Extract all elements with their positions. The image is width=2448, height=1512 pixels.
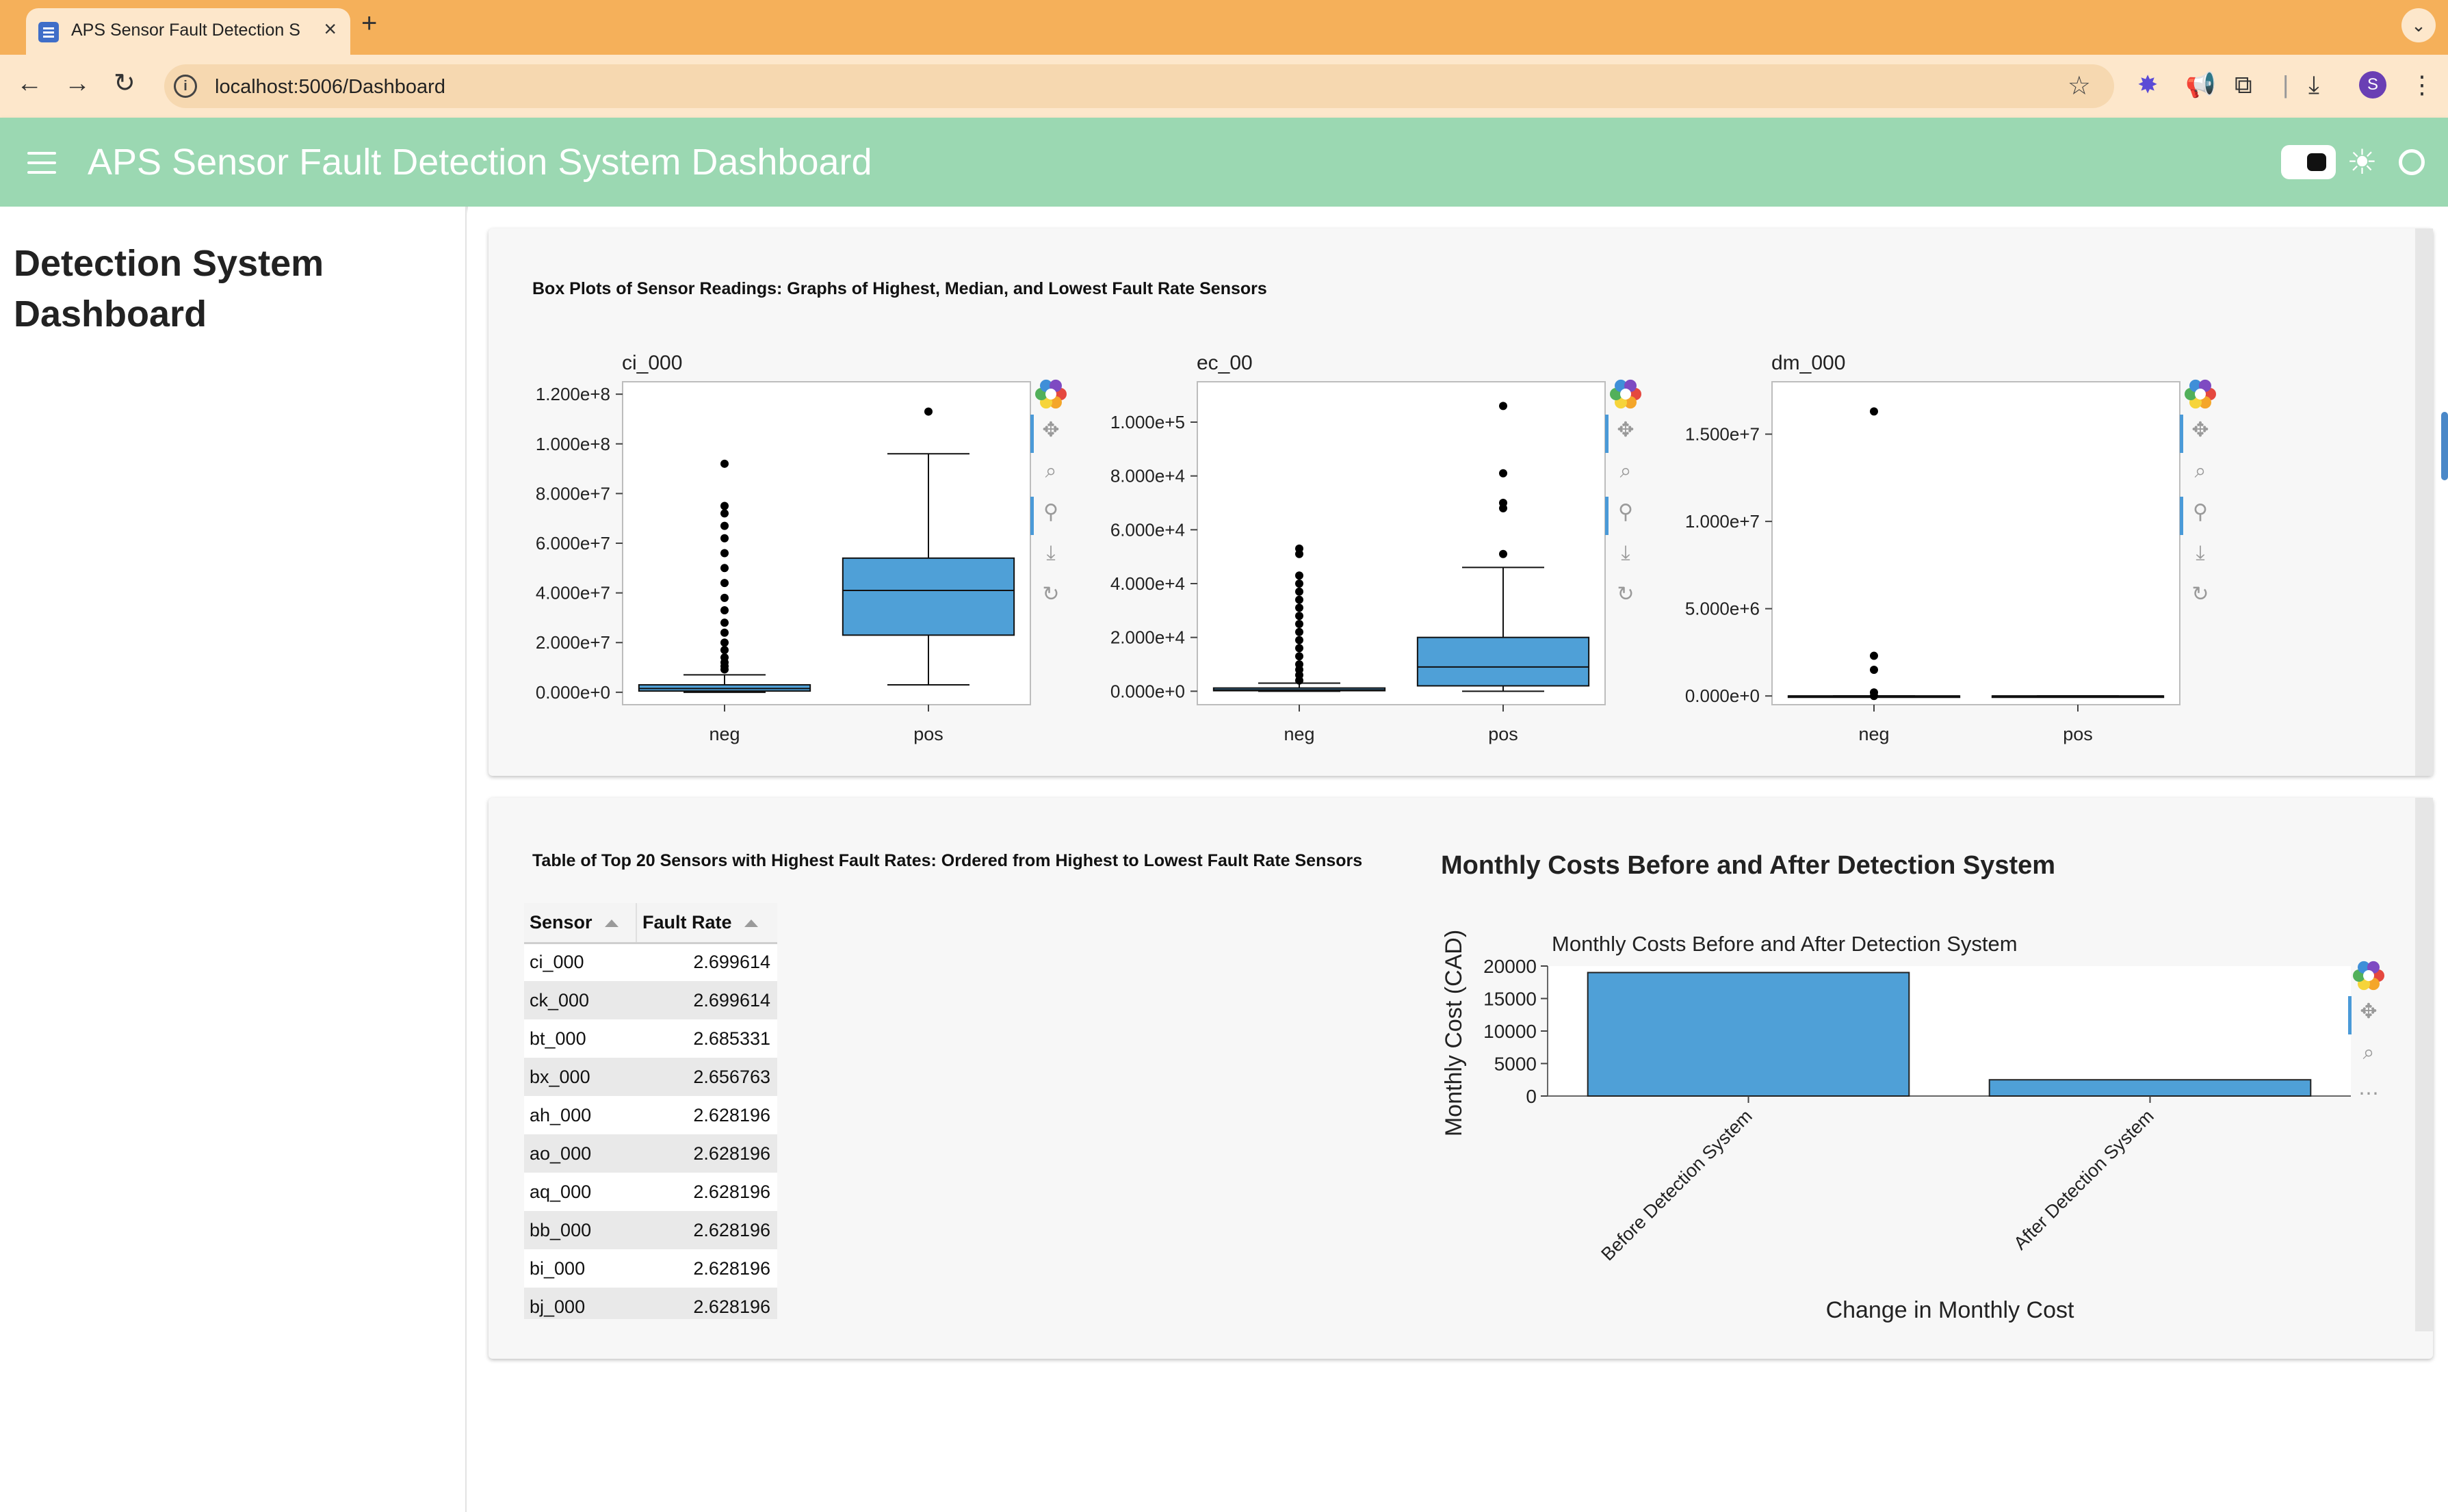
cost-heading: Monthly Costs Before and After Detection…	[1441, 851, 2056, 880]
table-row[interactable]: ao_000 2.628196	[524, 1134, 777, 1173]
sensor-cell: bi_000	[524, 1249, 636, 1288]
fault-rate-cell: 2.628196	[636, 1211, 777, 1249]
browser-tab[interactable]: APS Sensor Fault Detection S ×	[26, 8, 350, 55]
tab-search-chevron-icon[interactable]: ⌄	[2401, 8, 2436, 42]
card-scrollbar-2[interactable]	[2415, 798, 2433, 1331]
hamburger-menu-icon[interactable]	[27, 152, 56, 174]
busy-indicator-icon	[2399, 149, 2425, 175]
fault-rate-table[interactable]: Sensor Fault Rate ci_000 2.699614 ck_000 2…	[524, 903, 777, 1319]
sensor-cell: bx_000	[524, 1058, 636, 1096]
table-row[interactable]: aq_000 2.628196	[524, 1173, 777, 1211]
downloads-icon[interactable]: ⤓	[2308, 71, 2319, 99]
url-text: localhost:5006/Dashboard	[215, 76, 445, 98]
sort-arrow-icon[interactable]	[744, 920, 758, 928]
table-row[interactable]: ci_000 2.699614	[524, 943, 777, 981]
column-header-fault-rate[interactable]: Fault Rate	[636, 903, 777, 944]
extension-megaphone-icon[interactable]: 📢	[2185, 71, 2216, 99]
sensor-cell: bt_000	[524, 1019, 636, 1058]
sensor-cell: ci_000	[524, 943, 636, 981]
table-cost-card	[489, 798, 2433, 1359]
fault-rate-cell: 2.628196	[636, 1173, 777, 1211]
tab-title: APS Sensor Fault Detection S	[71, 21, 300, 40]
fault-rate-cell: 2.656763	[636, 1058, 777, 1096]
table-row[interactable]: bt_000 2.685331	[524, 1019, 777, 1058]
table-row[interactable]: bj_000 2.628196	[524, 1288, 777, 1319]
sensor-cell: ah_000	[524, 1096, 636, 1134]
table-heading: Table of Top 20 Sensors with Highest Fau…	[532, 851, 1363, 870]
fault-rate-cell: 2.628196	[636, 1096, 777, 1134]
column-header-sensor[interactable]: Sensor	[524, 903, 637, 944]
boxplots-card	[489, 229, 2433, 776]
back-arrow-icon[interactable]: ←	[16, 70, 42, 97]
sensor-cell: ao_000	[524, 1134, 636, 1173]
boxplots-heading: Box Plots of Sensor Readings: Graphs of …	[532, 279, 1267, 298]
site-info-icon[interactable]: i	[174, 75, 197, 98]
sun-icon[interactable]: ☀	[2347, 144, 2378, 181]
address-bar[interactable]: i localhost:5006/Dashboard ☆	[164, 64, 2114, 108]
sensor-cell: aq_000	[524, 1173, 636, 1211]
table-row[interactable]: ah_000 2.628196	[524, 1096, 777, 1134]
app-header: APS Sensor Fault Detection System Dashbo…	[0, 118, 2448, 207]
table-row[interactable]: bi_000 2.628196	[524, 1249, 777, 1288]
sidebar: Detection System Dashboard	[0, 207, 467, 1512]
toolbar-divider: |	[2282, 70, 2289, 99]
fault-rate-cell: 2.628196	[636, 1288, 777, 1319]
browser-tab-bar: APS Sensor Fault Detection S × + ⌄	[0, 0, 2448, 55]
profile-avatar[interactable]: S	[2359, 71, 2386, 99]
fault-rate-cell: 2.699614	[636, 943, 777, 981]
app-title: APS Sensor Fault Detection System Dashbo…	[88, 142, 872, 183]
table-row[interactable]: bx_000 2.656763	[524, 1058, 777, 1096]
forward-arrow-icon[interactable]: →	[64, 70, 90, 97]
page-scrollbar[interactable]	[2441, 412, 2448, 480]
sort-arrow-icon[interactable]	[604, 920, 618, 928]
sensor-cell: ck_000	[524, 981, 636, 1019]
browser-menu-icon[interactable]: ⋮	[2410, 71, 2434, 99]
sensor-cell: bj_000	[524, 1288, 636, 1319]
browser-toolbar: ← → ↻ i localhost:5006/Dashboard ☆ ✸ 📢 ⧉…	[0, 55, 2448, 118]
bookmark-star-icon[interactable]: ☆	[2068, 70, 2091, 101]
new-tab-icon[interactable]: +	[361, 8, 377, 39]
tab-close-icon[interactable]: ×	[324, 16, 337, 42]
card-scrollbar[interactable]	[2415, 229, 2433, 776]
dashboard-favicon-icon	[38, 22, 59, 42]
fault-rate-cell: 2.628196	[636, 1134, 777, 1173]
extensions-puzzle-icon[interactable]: ⧉	[2235, 71, 2252, 99]
sidebar-title: Detection System Dashboard	[14, 243, 324, 335]
sensor-cell: bb_000	[524, 1211, 636, 1249]
table-row[interactable]: bb_000 2.628196	[524, 1211, 777, 1249]
fault-rate-cell: 2.685331	[636, 1019, 777, 1058]
extension-sparkle-icon[interactable]: ✸	[2137, 71, 2158, 99]
reload-icon[interactable]: ↻	[114, 70, 135, 97]
table-row[interactable]: ck_000 2.699614	[524, 981, 777, 1019]
theme-toggle[interactable]	[2281, 145, 2336, 179]
fault-rate-cell: 2.699614	[636, 981, 777, 1019]
fault-rate-cell: 2.628196	[636, 1249, 777, 1288]
